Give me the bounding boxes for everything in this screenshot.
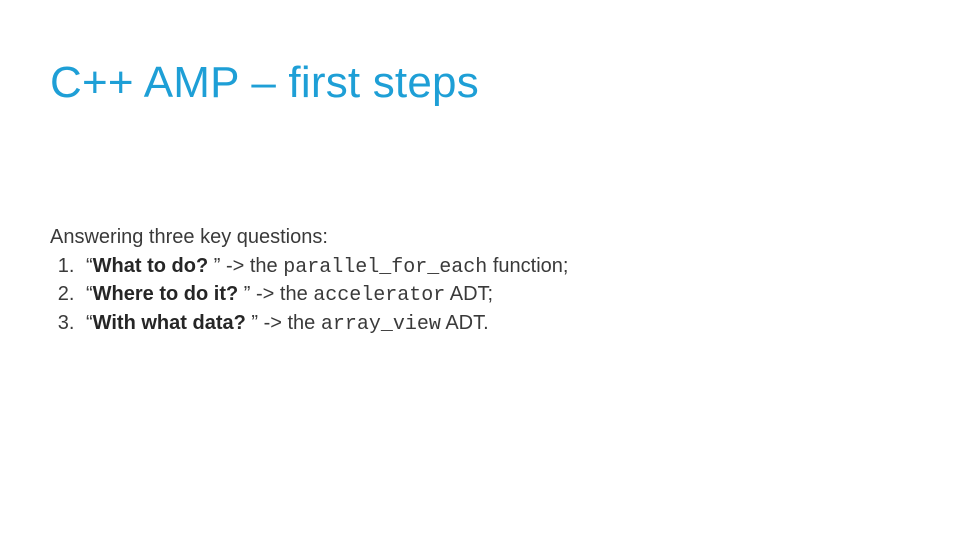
tail-text: ADT; <box>445 283 493 305</box>
code-text: accelerator <box>313 284 445 307</box>
list-item: “Where to do it? ” -> the accelerator AD… <box>80 281 910 309</box>
tail-text: function; <box>487 255 568 277</box>
slide-title: C++ AMP – first steps <box>50 58 910 108</box>
arrow-text: -> the <box>250 283 313 305</box>
list-item: “With what data? ” -> the array_view ADT… <box>80 310 910 338</box>
slide: C++ AMP – first steps Answering three ke… <box>0 0 960 338</box>
question-list: “What to do? ” -> the parallel_for_each … <box>50 253 910 338</box>
tail-text: ADT. <box>441 312 489 334</box>
code-text: parallel_for_each <box>283 256 487 279</box>
arrow-text: -> the <box>258 312 321 334</box>
question-text: Where to do it? <box>93 283 244 305</box>
arrow-text: -> the <box>220 255 283 277</box>
intro-text: Answering three key questions: <box>50 226 910 249</box>
question-text: What to do? <box>93 255 214 277</box>
question-text: With what data? <box>93 312 252 334</box>
list-item: “What to do? ” -> the parallel_for_each … <box>80 253 910 281</box>
code-text: array_view <box>321 313 441 336</box>
